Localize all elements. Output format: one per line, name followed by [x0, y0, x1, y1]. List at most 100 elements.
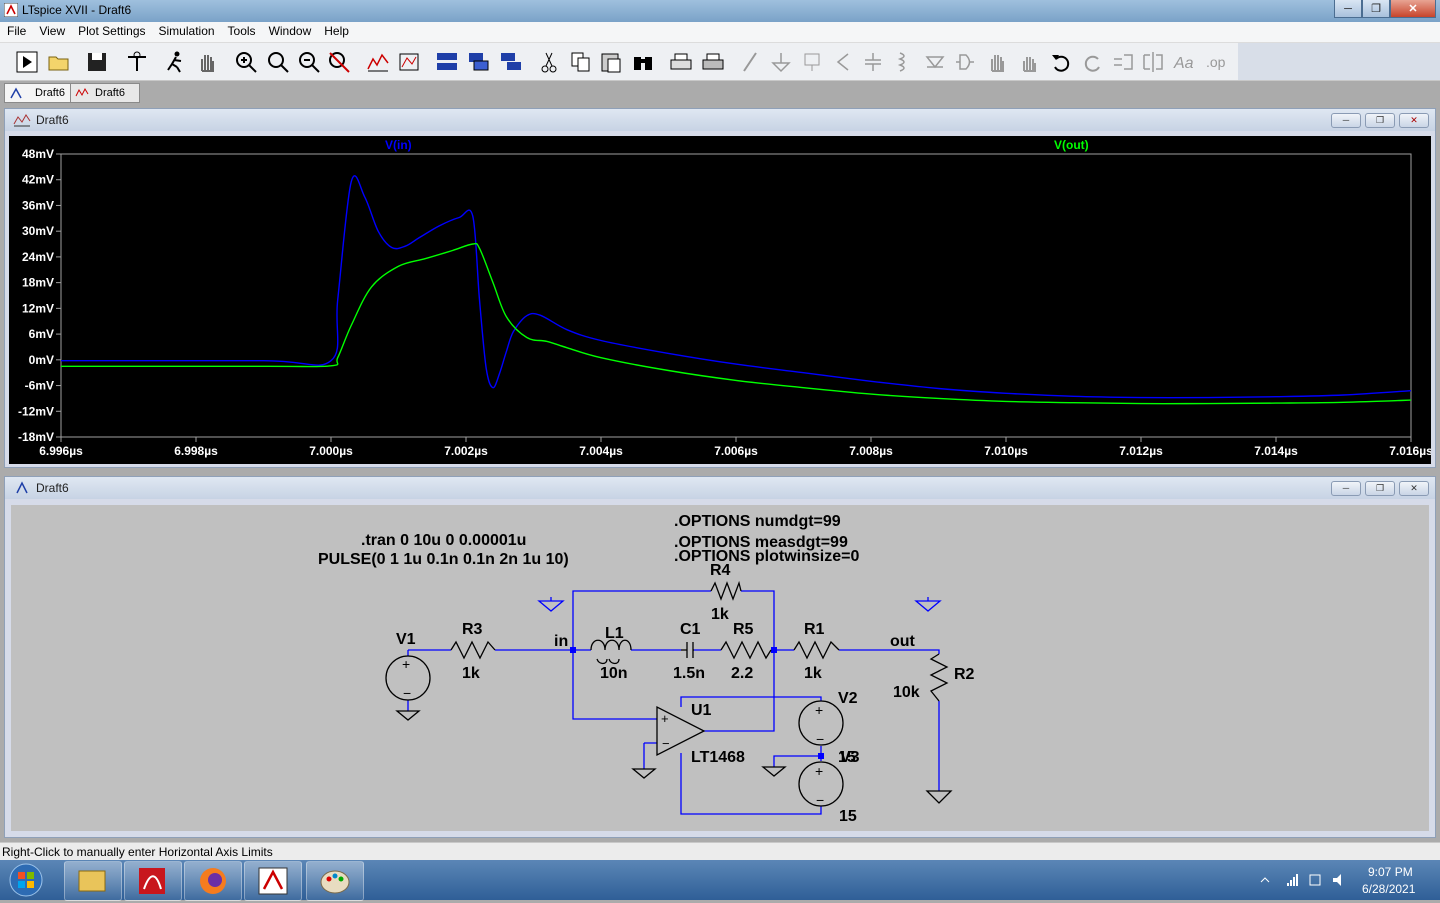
copy-icon[interactable] [568, 49, 594, 75]
plot-background [9, 136, 1431, 464]
ltspice-taskbar-icon [258, 867, 288, 895]
taskbar-ltspice[interactable] [244, 861, 302, 901]
spice-directive-icon: .op [1206, 54, 1226, 70]
autorange-icon[interactable] [365, 49, 391, 75]
x-tick-label: 6.998µs [174, 444, 218, 458]
tile-horizontal-icon[interactable] [434, 49, 460, 75]
cut-icon[interactable] [536, 49, 562, 75]
tile-vertical-icon[interactable] [498, 49, 524, 75]
halt-hand-icon[interactable] [194, 49, 220, 75]
y-tick-label: 12mV [22, 301, 54, 315]
waveform-window-title: Draft6 [36, 113, 69, 127]
menu-help[interactable]: Help [317, 22, 355, 38]
maximize-button[interactable]: ❐ [1362, 0, 1390, 18]
control-panel-icon[interactable] [124, 49, 150, 75]
y-tick-label: 18mV [22, 276, 54, 290]
taskbar-acrobat[interactable] [124, 861, 182, 901]
minimize-button[interactable]: ─ [1334, 0, 1362, 18]
y-tick-label: 24mV [22, 250, 54, 264]
window-title: LTspice XVII - Draft6 [22, 3, 132, 17]
svg-text:−: − [662, 736, 670, 751]
undo-icon[interactable] [1048, 49, 1074, 75]
waveform-restore-button[interactable]: ❐ [1365, 113, 1395, 128]
junction-supply [818, 753, 824, 759]
waveform-minimize-button[interactable]: ─ [1331, 113, 1361, 128]
firefox-icon [200, 868, 226, 894]
zoom-in-icon[interactable] [233, 49, 259, 75]
trace-label-vin[interactable]: V(in) [385, 138, 412, 152]
open-folder-icon[interactable] [46, 49, 72, 75]
label-u1: U1 [691, 702, 712, 719]
junction-out-r5 [771, 647, 777, 653]
taskbar-firefox[interactable] [184, 861, 242, 901]
run-icon[interactable] [14, 49, 40, 75]
y-tick-label: -18mV [18, 430, 54, 444]
options-numdgt[interactable]: .OPTIONS numdgt=99 [674, 513, 841, 530]
menu-window[interactable]: Window [262, 22, 318, 38]
tab-waveform[interactable]: Draft6 [70, 83, 140, 103]
waveform-plot[interactable]: 48mV 42mV 36mV 30mV 24mV 18mV 12mV 6mV 0mV -6mV -1… [9, 136, 1431, 464]
pulse-source-value[interactable]: PULSE(0 1 1u 0.1n 0.1n 2n 1u 10) [318, 551, 569, 568]
zoom-fit-icon[interactable] [326, 49, 352, 75]
run-simulation-icon[interactable] [162, 49, 188, 75]
save-icon[interactable] [84, 49, 110, 75]
trace-label-vout[interactable]: V(out) [1054, 138, 1089, 152]
taskbar-paint[interactable] [306, 861, 364, 901]
zoom-pan-icon[interactable] [265, 49, 291, 75]
tab-schematic-label: Draft6 [35, 87, 65, 99]
tab-schematic[interactable]: Draft6 [4, 83, 74, 103]
schematic-canvas[interactable]: .tran 0 10u 0 0.00001u PULSE(0 1 1u 0.1n… [11, 505, 1429, 831]
y-tick-label: 48mV [22, 147, 54, 161]
svg-text:−: − [816, 792, 824, 808]
menu-file[interactable]: File [0, 22, 32, 38]
tray-date[interactable]: 6/28/2021 [1362, 882, 1415, 896]
waveform-close-button[interactable]: ✕ [1399, 113, 1429, 128]
svg-text:+: + [815, 763, 823, 779]
schematic-close-button[interactable]: ✕ [1399, 481, 1429, 496]
junction-in [570, 647, 576, 653]
value-r2: 10k [893, 684, 920, 701]
tab-waveform-label: Draft6 [95, 87, 125, 99]
schematic-window: Draft6 ─ ❐ ✕ .tran 0 10u 0 0.00001u PULS… [4, 476, 1436, 838]
drag-hand-icon [1023, 57, 1036, 72]
component-tool-icon [956, 54, 974, 70]
toolbar-empty-area [1238, 43, 1440, 80]
tray-time[interactable]: 9:07 PM [1368, 865, 1413, 879]
label-v3: V3 [840, 749, 860, 766]
print-setup-icon[interactable] [700, 49, 726, 75]
tray-icons[interactable] [1258, 872, 1358, 888]
menu-simulation[interactable]: Simulation [152, 22, 221, 38]
close-button[interactable]: ✕ [1390, 0, 1436, 18]
x-tick-label: 7.000µs [309, 444, 353, 458]
move-hand-icon [991, 55, 1004, 72]
net-label-out: out [890, 633, 916, 650]
value-r1: 1k [804, 665, 822, 682]
menu-view[interactable]: View [32, 22, 71, 38]
tran-directive[interactable]: .tran 0 10u 0 0.00001u [361, 532, 526, 549]
pick-trace-icon[interactable] [396, 49, 422, 75]
rotate-icon [1114, 54, 1133, 70]
value-r5: 2.2 [731, 665, 753, 682]
paste-icon[interactable] [598, 49, 624, 75]
waveform-window: Draft6 ─ ❐ ✕ 48mV 42mV 36mV 30mV 24mV 18mV 12m… [4, 108, 1436, 468]
start-button-icon[interactable] [4, 862, 48, 898]
y-tick-label: 6mV [29, 327, 54, 341]
label-r1: R1 [804, 621, 825, 638]
label-r4: R4 [710, 562, 731, 579]
zoom-out-icon[interactable] [296, 49, 322, 75]
taskbar-explorer[interactable] [64, 861, 122, 901]
print-icon[interactable] [668, 49, 694, 75]
cascade-icon[interactable] [466, 49, 492, 75]
mirror-icon [1143, 52, 1163, 72]
svg-text:+: + [661, 711, 669, 726]
x-tick-label: 7.008µs [849, 444, 893, 458]
options-plotwinsize[interactable]: .OPTIONS plotwinsize=0 [674, 548, 859, 565]
folder-icon [78, 870, 106, 892]
schematic-minimize-button[interactable]: ─ [1331, 481, 1361, 496]
schematic-restore-button[interactable]: ❐ [1365, 481, 1395, 496]
find-icon[interactable] [630, 49, 656, 75]
document-tabs: Draft6 Draft6 [0, 81, 1440, 103]
menu-tools[interactable]: Tools [221, 22, 262, 38]
menu-plot-settings[interactable]: Plot Settings [71, 22, 151, 38]
waveform-icon [75, 87, 89, 97]
